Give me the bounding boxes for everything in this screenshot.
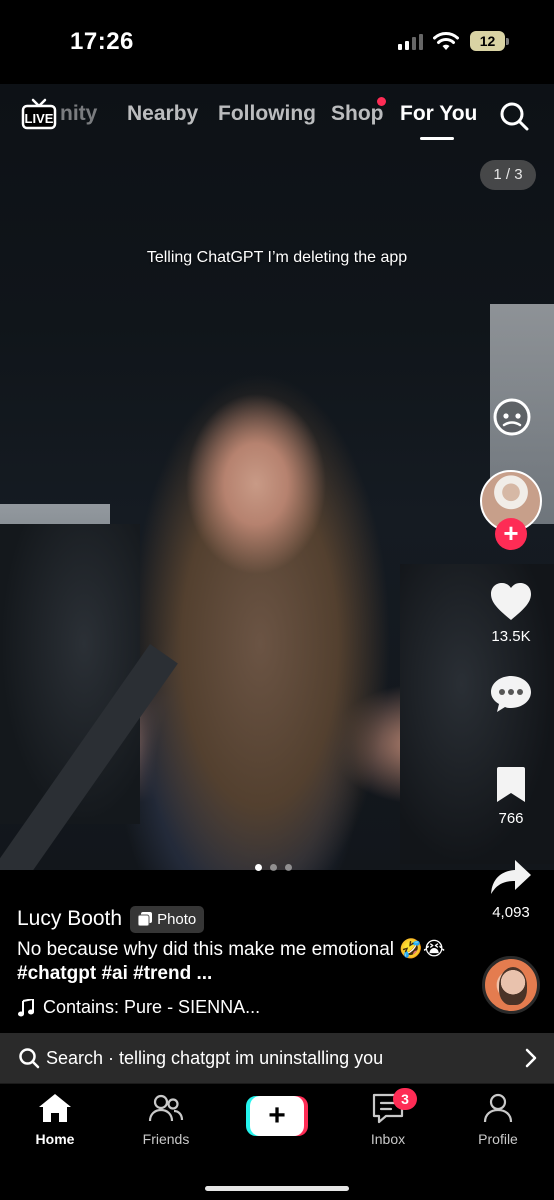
- comment-icon: [491, 676, 531, 712]
- live-label: LIVE: [25, 111, 54, 126]
- photo-badge: Photo: [130, 905, 205, 933]
- nav-friends-label: Friends: [142, 1131, 190, 1147]
- home-icon: [39, 1094, 71, 1122]
- bookmark-count: 766: [498, 810, 524, 827]
- author-name[interactable]: Lucy Booth: [17, 907, 122, 931]
- author-row: Lucy Booth Photo: [17, 904, 205, 934]
- active-tab-underline: [420, 137, 454, 140]
- ai-chat-icon[interactable]: [490, 395, 534, 439]
- bottom-nav: Home Friends + Inbox 3 Profile: [0, 1083, 554, 1200]
- top-nav: LIVE nity Nearby Following Shop For You: [0, 90, 554, 140]
- tab-community[interactable]: nity: [60, 102, 105, 126]
- music-row[interactable]: Contains: Pure - SIENNA...: [17, 997, 260, 1018]
- carousel-dot: [285, 864, 292, 871]
- battery-cap: [506, 38, 509, 45]
- bookmark-button[interactable]: 766: [486, 766, 536, 827]
- nav-friends[interactable]: Friends: [121, 1092, 211, 1147]
- heart-icon: [491, 583, 531, 620]
- nav-profile[interactable]: Profile: [453, 1092, 543, 1147]
- nav-home-label: Home: [35, 1131, 75, 1147]
- status-time: 17:26: [70, 28, 134, 55]
- chevron-right-icon: [525, 1048, 537, 1068]
- nav-inbox-label: Inbox: [370, 1131, 406, 1147]
- tab-nearby[interactable]: Nearby: [127, 102, 198, 126]
- music-note-icon: [18, 998, 34, 1016]
- description-text: No because why did this make me emotiona…: [17, 939, 446, 960]
- share-button[interactable]: 4,093: [480, 858, 542, 921]
- music-label: Contains: Pure - SIENNA...: [43, 997, 261, 1017]
- follow-plus-button[interactable]: +: [495, 518, 527, 550]
- battery-icon: 12: [470, 31, 510, 51]
- wifi-icon: [433, 32, 459, 50]
- cellular-signal-icon: [398, 34, 423, 50]
- like-count: 13.5K: [491, 628, 531, 645]
- create-plus-icon: +: [250, 1096, 304, 1136]
- battery-level: 12: [470, 31, 505, 51]
- nav-inbox[interactable]: Inbox: [343, 1092, 433, 1147]
- bookmark-icon: [497, 767, 525, 802]
- shop-notification-dot: [377, 97, 386, 106]
- post-description[interactable]: No because why did this make me emotiona…: [17, 938, 467, 986]
- description-hashtags[interactable]: #chatgpt #ai #trend ...: [17, 963, 212, 984]
- photo-page-indicator: 1 / 3: [480, 160, 536, 190]
- post-photo[interactable]: [0, 84, 554, 870]
- status-bar: 17:26 12: [0, 0, 554, 84]
- share-arrow-icon: [491, 860, 531, 894]
- photo-icon: [138, 912, 153, 926]
- friends-icon: [148, 1094, 184, 1122]
- photo-badge-label: Photo: [157, 910, 197, 928]
- carousel-dot-active: [255, 864, 262, 871]
- related-search-bar[interactable]: Search · telling chatgpt im uninstalling…: [0, 1033, 554, 1083]
- carousel-dot: [270, 864, 277, 871]
- carousel-dots: [255, 864, 292, 872]
- related-search-text: Search · telling chatgpt im uninstalling…: [46, 1047, 384, 1068]
- comments-button[interactable]: [486, 674, 536, 718]
- search-icon: [19, 1048, 40, 1069]
- tab-following[interactable]: Following: [218, 102, 316, 126]
- sound-disc[interactable]: [482, 956, 540, 1014]
- like-button[interactable]: 13.5K: [486, 582, 536, 645]
- inbox-badge: 3: [393, 1088, 417, 1110]
- photo-overlay-text: Telling ChatGPT I’m deleting the app: [146, 249, 408, 266]
- nav-profile-label: Profile: [478, 1131, 518, 1147]
- home-indicator[interactable]: [205, 1186, 349, 1191]
- create-button[interactable]: +: [246, 1096, 308, 1136]
- profile-icon: [483, 1093, 513, 1123]
- tab-shop[interactable]: Shop: [331, 102, 384, 126]
- share-count: 4,093: [492, 904, 530, 921]
- tab-for-you[interactable]: For You: [400, 102, 477, 126]
- sound-disc-avatar: [499, 967, 527, 1005]
- nav-home[interactable]: Home: [10, 1092, 100, 1147]
- live-icon[interactable]: LIVE: [21, 98, 57, 130]
- search-icon[interactable]: [498, 100, 530, 132]
